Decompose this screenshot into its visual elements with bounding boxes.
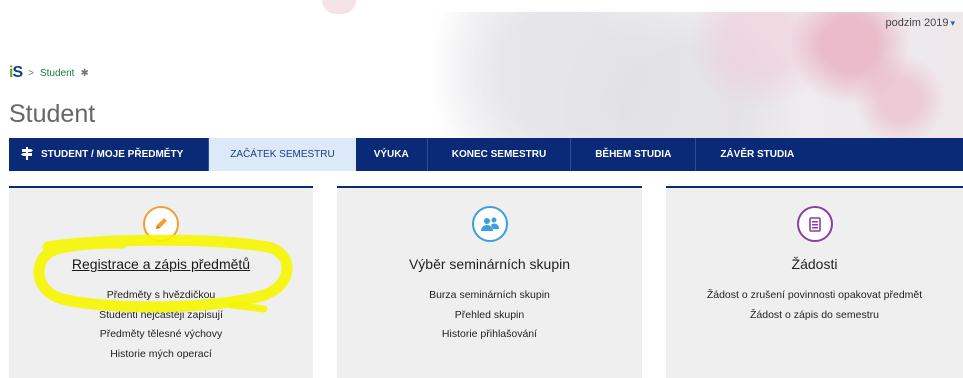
tab-behem-studia[interactable]: BĚHEM STUDIA xyxy=(571,138,697,171)
people-icon xyxy=(471,206,508,242)
card-links: Žádost o zrušení povinnosti opakovat pře… xyxy=(666,286,963,325)
tab-student-moje-predmety[interactable]: STUDENT / MOJE PŘEDMĚTY xyxy=(9,138,210,171)
tab-label: VÝUKA xyxy=(373,149,409,160)
card-link[interactable]: Žádost o zápis do semestru xyxy=(666,306,963,326)
signpost-icon xyxy=(21,146,33,163)
breadcrumb-separator: > xyxy=(28,67,34,79)
semester-label: podzim 2019 xyxy=(885,17,949,29)
header-banner: podzim 2019 ▾ iS > Student ✱ Student xyxy=(0,0,963,138)
card-link[interactable]: Žádost o zrušení povinnosti opakovat pře… xyxy=(666,286,963,306)
tab-zaver-studia[interactable]: ZÁVĚR STUDIA xyxy=(696,138,818,171)
breadcrumb-student-link[interactable]: Student xyxy=(40,68,74,79)
page-title: Student xyxy=(9,100,96,128)
document-icon xyxy=(796,206,833,242)
blossom-banner-image xyxy=(430,0,963,138)
card-link[interactable]: Historie mých operací xyxy=(9,345,313,365)
semester-selector[interactable]: podzim 2019 ▾ xyxy=(885,17,955,29)
tab-konec-semestru[interactable]: KONEC SEMESTRU xyxy=(428,138,572,171)
card-link[interactable]: Předměty tělesné výchovy xyxy=(9,325,313,345)
card-link[interactable]: Burza seminárních skupin xyxy=(337,286,642,306)
tab-label: BĚHEM STUDIA xyxy=(595,149,672,160)
tab-label: KONEC SEMESTRU xyxy=(451,149,547,160)
tab-zacatek-semestru[interactable]: ZAČÁTEK SEMESTRU xyxy=(209,138,356,171)
card-links: Předměty s hvězdičkou Studenti nejčastěj… xyxy=(9,286,313,364)
tab-label: STUDENT / MOJE PŘEDMĚTY xyxy=(41,149,184,160)
card-link[interactable]: Předměty s hvězdičkou xyxy=(9,286,313,306)
card-vyber-seminarnich-skupin: Výběr seminárních skupin Burza seminární… xyxy=(337,186,642,378)
is-logo[interactable]: iS xyxy=(9,64,23,82)
tab-vyuka[interactable]: VÝUKA xyxy=(356,138,428,171)
main-nav: STUDENT / MOJE PŘEDMĚTY ZAČÁTEK SEMESTRU… xyxy=(9,138,963,171)
pin-icon[interactable]: ✱ xyxy=(80,68,88,79)
tab-label: ZAČÁTEK SEMESTRU xyxy=(230,149,335,160)
card-title-link[interactable]: Registrace a zápis předmětů xyxy=(9,256,313,272)
card-registrace: Registrace a zápis předmětů Předměty s h… xyxy=(9,186,313,378)
card-links: Burza seminárních skupin Přehled skupin … xyxy=(337,286,642,345)
breadcrumb: iS > Student ✱ xyxy=(9,64,89,82)
tab-label: ZÁVĚR STUDIA xyxy=(720,149,795,160)
card-link[interactable]: Historie přihlašování xyxy=(337,325,642,345)
card-zadosti: Žádosti Žádost o zrušení povinnosti opak… xyxy=(666,186,963,378)
pencil-icon xyxy=(143,206,179,242)
card-link[interactable]: Studenti nejčastěji zapisují xyxy=(9,306,313,326)
chevron-down-icon: ▾ xyxy=(950,18,955,28)
card-link[interactable]: Přehled skupin xyxy=(337,306,642,326)
card-title[interactable]: Výběr seminárních skupin xyxy=(337,256,642,272)
card-title[interactable]: Žádosti xyxy=(666,256,963,272)
